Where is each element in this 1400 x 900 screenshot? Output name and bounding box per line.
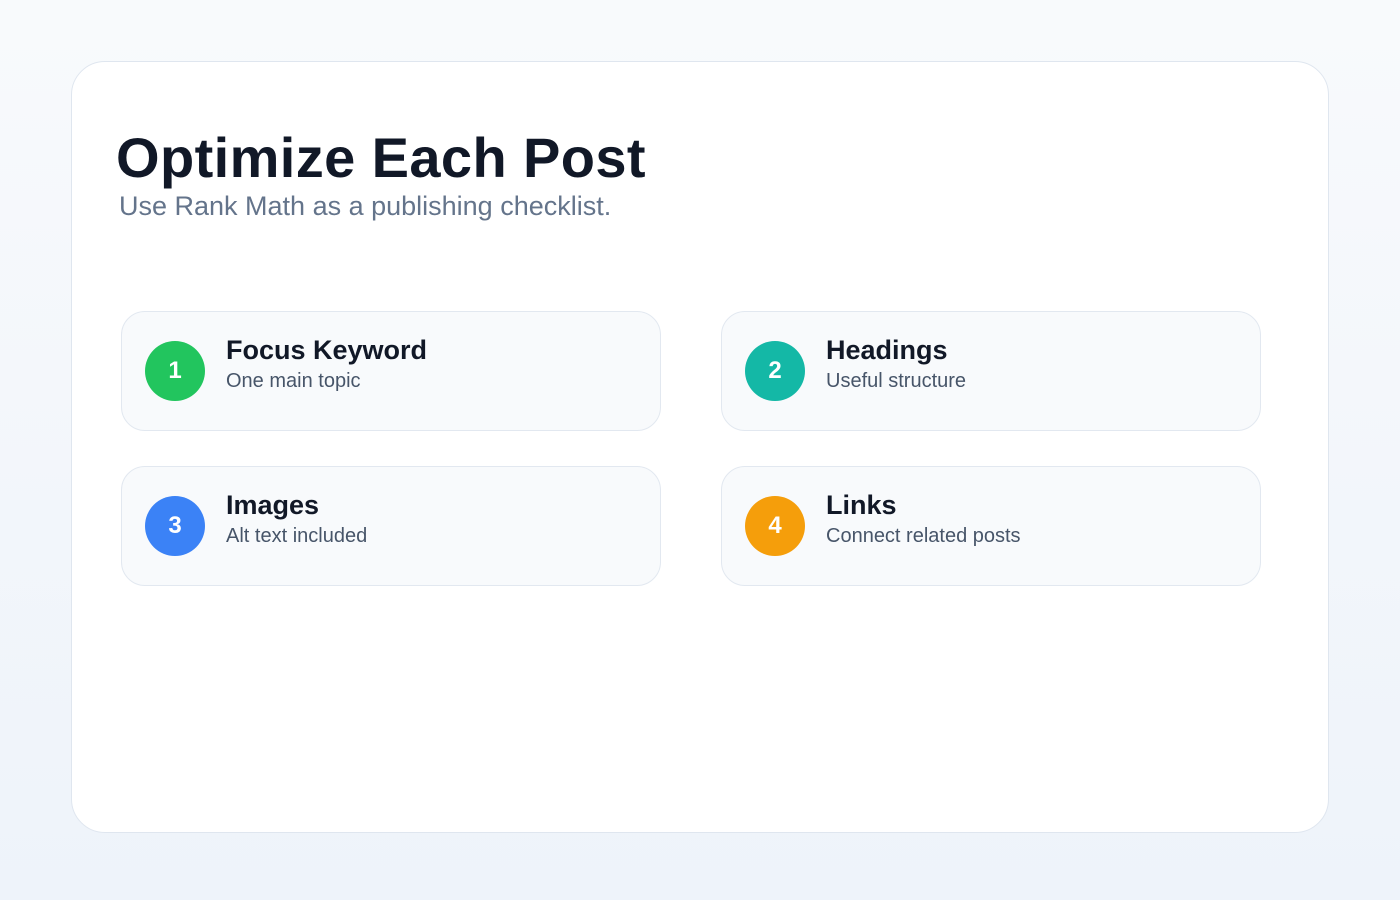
item-title: Images — [226, 490, 320, 520]
checklist-item-focus-keyword: 1 Focus Keyword One main topic — [121, 311, 661, 431]
item-title: Links — [826, 490, 897, 520]
checklist-item-links: 4 Links Connect related posts — [721, 466, 1261, 586]
step-number-badge: 3 — [145, 496, 205, 556]
item-title: Focus Keyword — [226, 335, 428, 365]
page-subtitle: Use Rank Math as a publishing checklist. — [119, 191, 612, 221]
step-number-badge: 2 — [745, 341, 805, 401]
item-description: Useful structure — [826, 370, 967, 392]
checklist-item-headings: 2 Headings Useful structure — [721, 311, 1261, 431]
item-description: Connect related posts — [826, 525, 1021, 547]
item-description: One main topic — [226, 370, 361, 392]
page-title: Optimize Each Post — [116, 126, 646, 189]
step-number-badge: 1 — [145, 341, 205, 401]
step-number-badge: 4 — [745, 496, 805, 556]
item-title: Headings — [826, 335, 948, 365]
checklist-card: Optimize Each Post Use Rank Math as a pu… — [71, 61, 1329, 833]
item-description: Alt text included — [226, 525, 368, 547]
checklist-item-images: 3 Images Alt text included — [121, 466, 661, 586]
